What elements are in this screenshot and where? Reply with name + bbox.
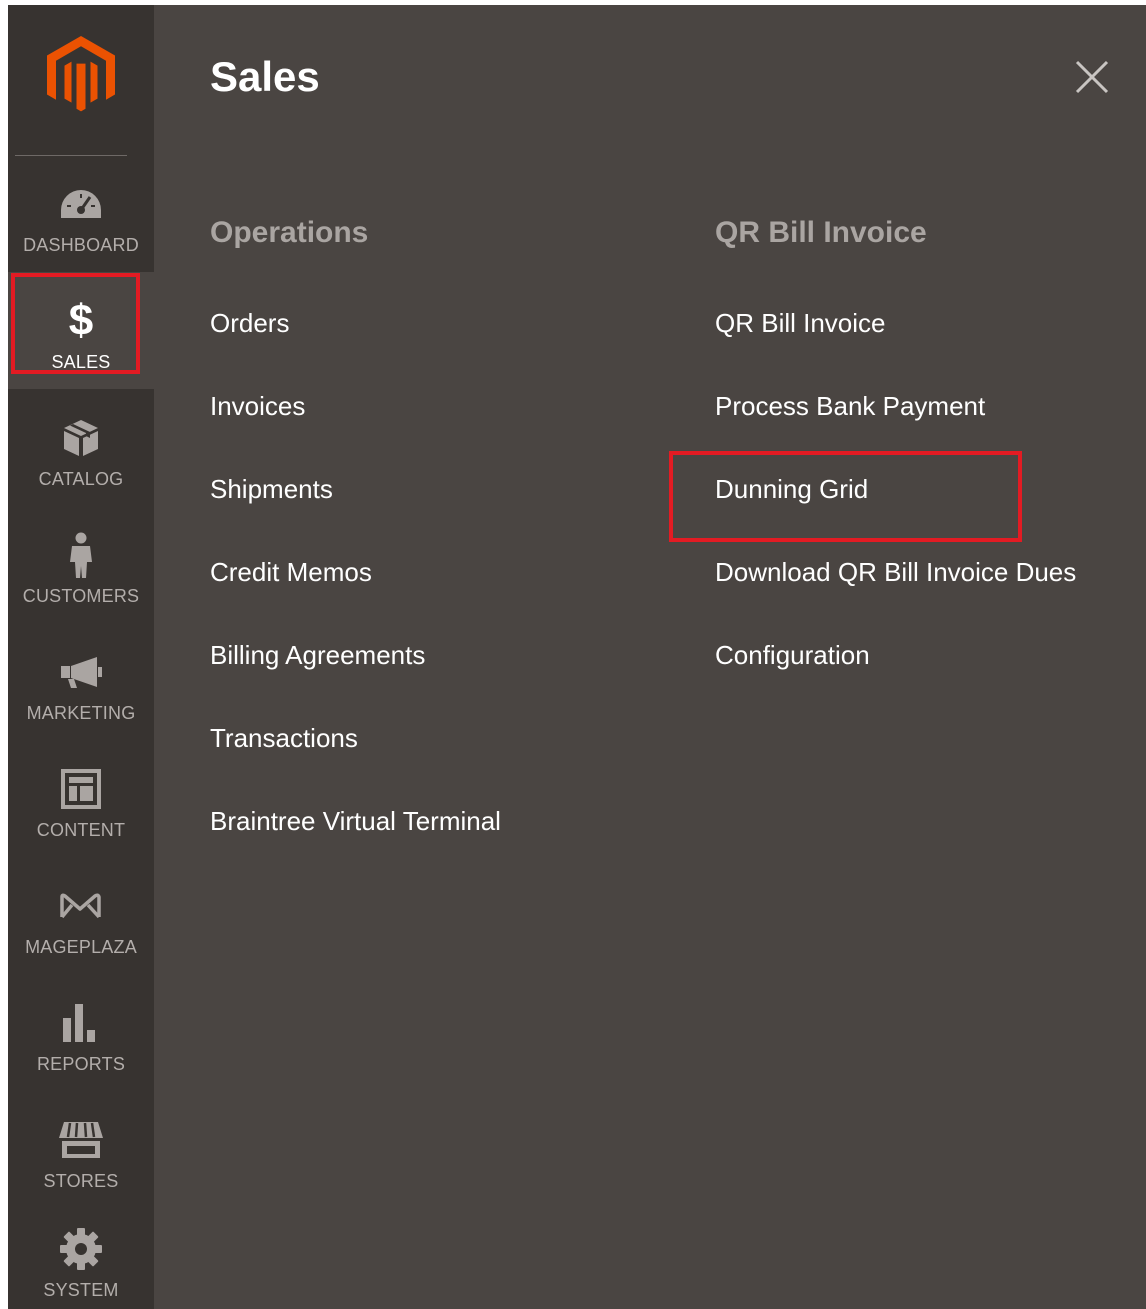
- magento-logo-icon: [47, 36, 115, 112]
- menu-item-invoices[interactable]: Invoices: [210, 391, 501, 474]
- nav-item-customers[interactable]: CUSTOMERS: [8, 506, 154, 623]
- panel-title: Sales: [210, 53, 320, 100]
- menu-item-dunning-grid[interactable]: Dunning Grid: [715, 474, 1076, 557]
- nav-item-marketing[interactable]: MARKETING: [8, 623, 154, 740]
- close-icon: [1075, 60, 1109, 94]
- qr-bill-list: QR Bill Invoice Process Bank Payment Dun…: [715, 308, 1076, 723]
- menu-item-transactions[interactable]: Transactions: [210, 723, 501, 806]
- magento-logo[interactable]: [8, 5, 154, 155]
- megaphone-icon: [58, 649, 104, 695]
- menu-item-billing-agreements[interactable]: Billing Agreements: [210, 640, 501, 723]
- nav-label-system: SYSTEM: [43, 1280, 119, 1300]
- nav-label-marketing: MARKETING: [26, 703, 136, 723]
- nav-label-catalog: CATALOG: [38, 469, 124, 489]
- nav-label-stores: STORES: [43, 1171, 119, 1191]
- person-icon: [58, 532, 104, 578]
- admin-menu: DASHBOARD $ SALES CATALOG CUSTOMERS MARK…: [8, 5, 1146, 1309]
- nav-item-stores[interactable]: STORES: [8, 1091, 154, 1208]
- nav-label-dashboard: DASHBOARD: [23, 235, 139, 255]
- nav-item-dashboard[interactable]: DASHBOARD: [8, 155, 154, 272]
- menu-item-shipments[interactable]: Shipments: [210, 474, 501, 557]
- cube-icon: [58, 415, 104, 461]
- nav-label-content: CONTENT: [36, 820, 126, 840]
- nav-label-sales: SALES: [51, 352, 111, 372]
- menu-item-process-bank-payment[interactable]: Process Bank Payment: [715, 391, 1076, 474]
- nav-label-reports: REPORTS: [36, 1054, 126, 1074]
- menu-item-braintree-virtual-terminal[interactable]: Braintree Virtual Terminal: [210, 806, 501, 889]
- operations-list: Orders Invoices Shipments Credit Memos B…: [210, 308, 501, 889]
- operations-section: Operations Orders Invoices Shipments Cre…: [210, 210, 501, 889]
- nav-item-reports[interactable]: REPORTS: [8, 974, 154, 1091]
- bar-chart-icon: [58, 1000, 104, 1046]
- dashboard-icon: [58, 181, 104, 227]
- nav-label-customers: CUSTOMERS: [22, 586, 140, 606]
- mageplaza-icon: [58, 883, 104, 929]
- nav-item-content[interactable]: CONTENT: [8, 740, 154, 857]
- nav-item-sales[interactable]: $ SALES: [8, 272, 154, 389]
- gear-icon: [58, 1226, 104, 1272]
- dollar-icon: $: [68, 296, 94, 345]
- menu-item-credit-memos[interactable]: Credit Memos: [210, 557, 501, 640]
- nav-label-mageplaza: MAGEPLAZA: [25, 937, 137, 957]
- nav-item-mageplaza[interactable]: MAGEPLAZA: [8, 857, 154, 974]
- menu-item-download-qr-bill-invoice-dues[interactable]: Download QR Bill Invoice Dues: [715, 557, 1076, 640]
- sidebar: DASHBOARD $ SALES CATALOG CUSTOMERS MARK…: [8, 5, 154, 1309]
- nav-item-system[interactable]: SYSTEM: [8, 1208, 154, 1309]
- qr-bill-section: QR Bill Invoice QR Bill Invoice Process …: [715, 210, 1076, 723]
- layout-icon: [58, 766, 104, 812]
- nav-item-catalog[interactable]: CATALOG: [8, 389, 154, 506]
- menu-item-orders[interactable]: Orders: [210, 308, 501, 391]
- close-button[interactable]: [1072, 57, 1112, 97]
- storefront-icon: [58, 1117, 104, 1163]
- menu-item-qr-bill-invoice[interactable]: QR Bill Invoice: [715, 308, 1076, 391]
- menu-item-configuration[interactable]: Configuration: [715, 640, 1076, 723]
- operations-header: Operations: [210, 216, 369, 249]
- qr-bill-header: QR Bill Invoice: [715, 216, 927, 249]
